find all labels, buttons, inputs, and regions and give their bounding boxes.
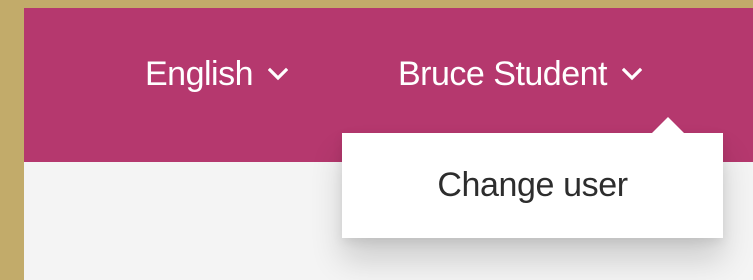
change-user-label: Change user [437,166,628,204]
chevron-down-icon [621,66,643,82]
chevron-down-icon [267,66,289,82]
user-name-label: Bruce Student [398,54,607,93]
language-selector[interactable]: English [145,48,289,100]
language-label: English [145,54,254,93]
user-dropdown-menu: Change user [342,117,723,238]
change-user-menu-item[interactable]: Change user [342,133,723,238]
dropdown-caret [652,117,684,133]
user-menu-toggle[interactable]: Bruce Student [398,48,643,100]
app-window: English Bruce Student Change user [24,8,753,280]
